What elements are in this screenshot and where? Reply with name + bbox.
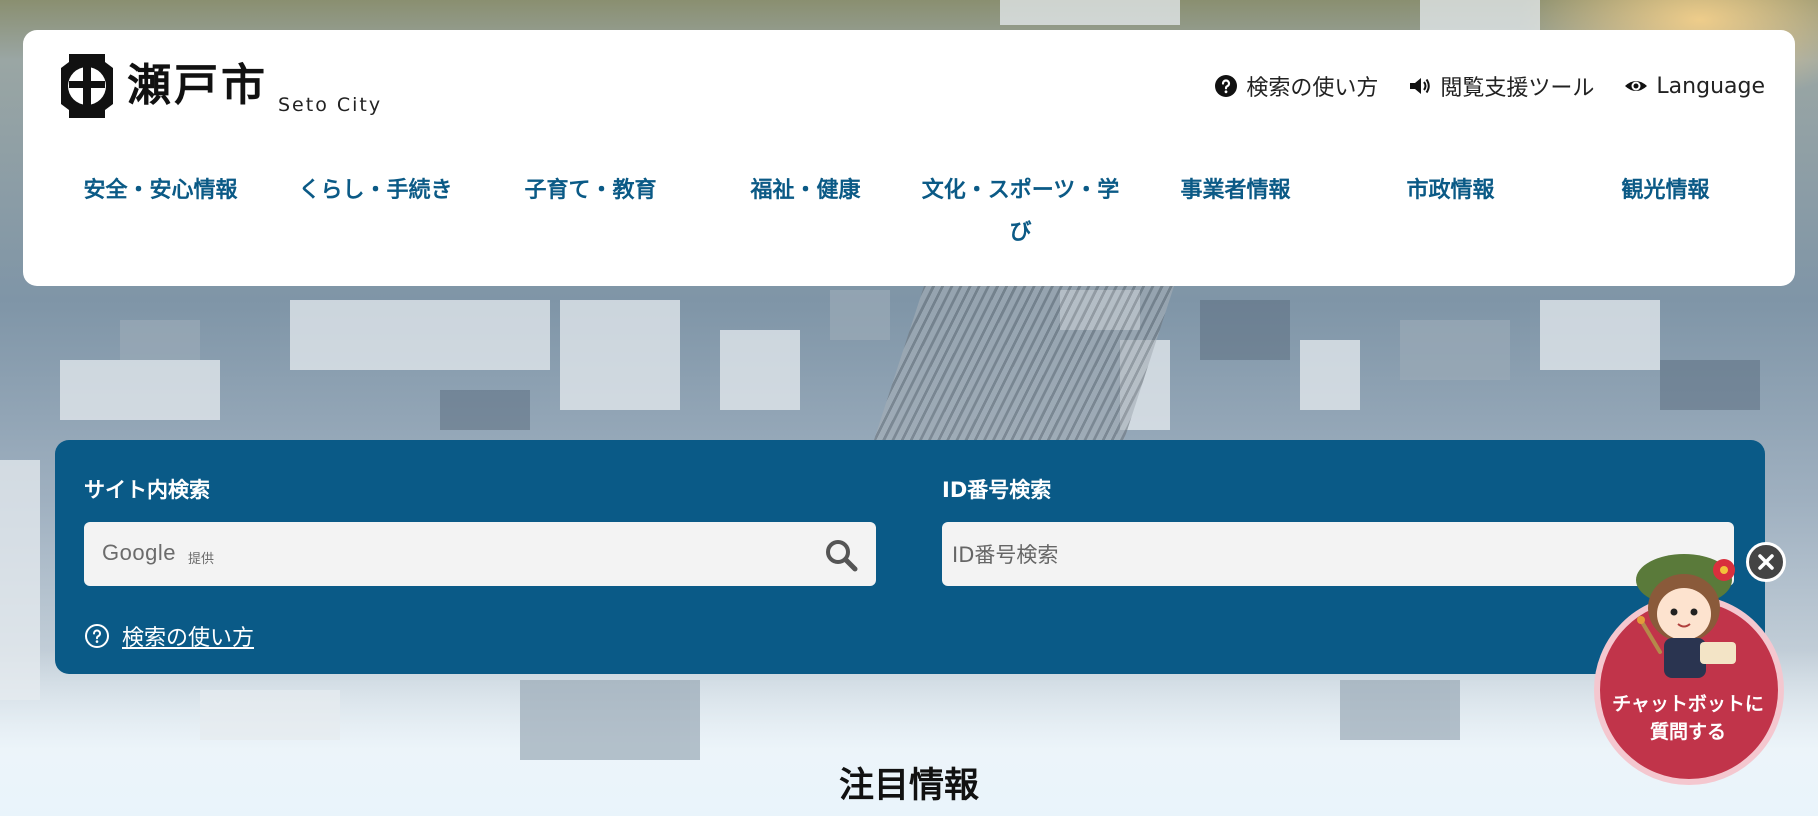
chatbot-label: チャットボットに 質問する bbox=[1612, 693, 1764, 743]
chatbot-mascot-icon bbox=[1636, 554, 1736, 678]
question-icon bbox=[1215, 75, 1238, 97]
global-navigation: 安全・安心情報 くらし・手続き 子育て・教育 福祉・健康 文化・スポーツ・学び … bbox=[53, 170, 1773, 254]
language-label: Language bbox=[1656, 73, 1765, 99]
google-logo: Google bbox=[102, 540, 176, 565]
featured-heading: 注目情報 bbox=[838, 766, 979, 806]
site-search-input[interactable] bbox=[244, 532, 788, 578]
nav-item-business[interactable]: 事業者情報 bbox=[1128, 170, 1343, 254]
site-header: 瀬戸市 Seto City 検索の使い方 閲覧支援ツール Language 安全… bbox=[23, 30, 1795, 286]
chatbot-widget: チャットボットに 質問する bbox=[1592, 540, 1792, 790]
nav-item-tourism[interactable]: 観光情報 bbox=[1558, 170, 1773, 254]
speaker-icon bbox=[1410, 78, 1431, 94]
city-emblem-icon bbox=[61, 54, 113, 118]
logo-city-name: 瀬戸市 bbox=[127, 60, 268, 111]
site-search-box: Google 提供 bbox=[84, 522, 876, 586]
accessibility-tool-label: 閲覧支援ツール bbox=[1440, 76, 1595, 101]
close-icon bbox=[1758, 554, 1774, 570]
eye-icon bbox=[1625, 81, 1648, 91]
nav-item-living[interactable]: くらし・手続き bbox=[268, 170, 483, 254]
utility-links: 検索の使い方 閲覧支援ツール Language bbox=[1214, 70, 1765, 102]
search-help-label: 検索の使い方 bbox=[1246, 76, 1379, 101]
search-help-bottom-label: 検索の使い方 bbox=[122, 626, 255, 651]
question-circle-icon bbox=[85, 624, 109, 648]
nav-item-city-admin[interactable]: 市政情報 bbox=[1343, 170, 1558, 254]
search-help-link[interactable]: 検索の使い方 bbox=[1214, 70, 1378, 102]
chatbot-close-button[interactable] bbox=[1746, 542, 1786, 582]
id-search-label: ID番号検索 bbox=[942, 478, 1052, 502]
nav-item-welfare-health[interactable]: 福祉・健康 bbox=[698, 170, 913, 254]
language-link[interactable]: Language bbox=[1624, 74, 1765, 99]
site-logo[interactable]: 瀬戸市 Seto City bbox=[53, 50, 382, 122]
search-help-bottom-link[interactable]: 検索の使い方 bbox=[84, 620, 254, 652]
nav-item-culture-sports[interactable]: 文化・スポーツ・学び bbox=[913, 170, 1128, 254]
search-icon[interactable] bbox=[824, 538, 858, 572]
nav-item-childcare-education[interactable]: 子育て・教育 bbox=[483, 170, 698, 254]
accessibility-tool-link[interactable]: 閲覧支援ツール bbox=[1408, 70, 1594, 102]
google-provided-tag: 提供 bbox=[188, 552, 215, 567]
logo-city-romaji: Seto City bbox=[278, 94, 383, 116]
site-search-label: サイト内検索 bbox=[84, 478, 210, 502]
nav-item-safety[interactable]: 安全・安心情報 bbox=[53, 170, 268, 254]
search-panel: サイト内検索 Google 提供 ID番号検索 検索の使い方 bbox=[55, 440, 1765, 674]
